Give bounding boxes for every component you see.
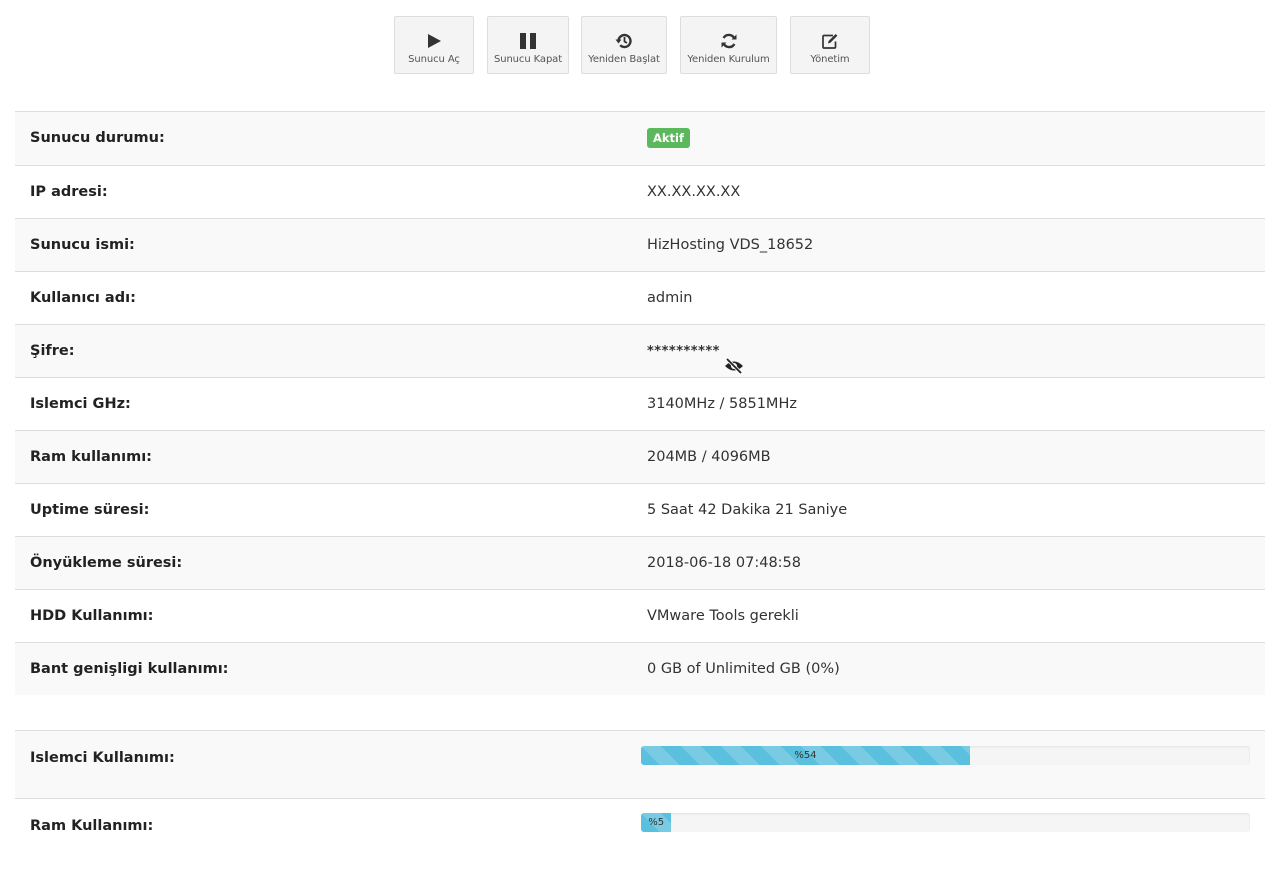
history-icon [582, 31, 666, 51]
password-value: ********** [647, 344, 720, 359]
boot-time-row: Önyükleme süresi: 2018-06-18 07:48:58 [15, 536, 1265, 589]
bandwidth-row: Bant genişligi kullanımı: 0 GB of Unlimi… [15, 642, 1265, 695]
play-icon [395, 31, 473, 51]
cpu-usage-label: Islemci Kullanımı: [30, 750, 175, 766]
restart-server-button[interactable]: Yeniden Başlat [581, 16, 667, 74]
restart-server-label: Yeniden Başlat [588, 54, 660, 65]
username-value: admin [647, 290, 693, 306]
eye-slash-icon[interactable] [724, 344, 744, 375]
cpu-usage-progress-fill: %54 [641, 746, 970, 765]
cpu-usage-row: Islemci Kullanımı: %54 [15, 731, 1265, 799]
stop-server-label: Sunucu Kapat [493, 54, 563, 65]
ip-row: IP adresi: XX.XX.XX.XX [15, 165, 1265, 218]
edit-icon [791, 31, 869, 51]
server-info-table: Sunucu durumu: Aktif IP adresi: XX.XX.XX… [15, 111, 1265, 695]
hdd-row: HDD Kullanımı: VMware Tools gerekli [15, 589, 1265, 642]
reinstall-server-button[interactable]: Yeniden Kurulum [680, 16, 777, 74]
password-row: Şifre: ********** [15, 324, 1265, 377]
status-row: Sunucu durumu: Aktif [15, 112, 1265, 165]
cpu-ghz-value: 3140MHz / 5851MHz [647, 396, 797, 412]
ram-usage-progress-bar: %5 [641, 813, 1250, 832]
ip-value: XX.XX.XX.XX [647, 184, 741, 200]
usage-table: Islemci Kullanımı: %54 Ram Kullanımı: %5 [15, 730, 1265, 859]
bandwidth-value: 0 GB of Unlimited GB (0%) [647, 661, 840, 677]
username-row: Kullanıcı adı: admin [15, 271, 1265, 324]
ram-usage-row: Ram Kullanımı: %5 [15, 799, 1265, 859]
refresh-icon [681, 31, 776, 51]
uptime-label: Uptime süresi: [30, 502, 150, 518]
hdd-value: VMware Tools gerekli [647, 608, 799, 624]
cpu-usage-progress-bar: %54 [641, 746, 1250, 765]
hostname-value: HizHosting VDS_18652 [647, 237, 814, 253]
pause-icon [488, 31, 568, 51]
ram-value: 204MB / 4096MB [647, 449, 771, 465]
cpu-ghz-row: Islemci GHz: 3140MHz / 5851MHz [15, 377, 1265, 430]
boot-time-value: 2018-06-18 07:48:58 [647, 555, 801, 571]
status-badge: Aktif [647, 128, 690, 148]
hdd-label: HDD Kullanımı: [30, 608, 154, 624]
hostname-row: Sunucu ismi: HizHosting VDS_18652 [15, 218, 1265, 271]
cpu-ghz-label: Islemci GHz: [30, 396, 131, 412]
reinstall-server-label: Yeniden Kurulum [687, 54, 770, 65]
boot-time-label: Önyükleme süresi: [30, 555, 183, 571]
ip-label: IP adresi: [30, 184, 108, 200]
uptime-row: Uptime süresi: 5 Saat 42 Dakika 21 Saniy… [15, 483, 1265, 536]
ram-usage-label: Ram Kullanımı: [30, 818, 154, 834]
start-server-button[interactable]: Sunucu Aç [394, 16, 474, 74]
username-label: Kullanıcı adı: [30, 290, 136, 306]
status-label: Sunucu durumu: [30, 130, 165, 146]
ram-usage-progress-fill: %5 [641, 813, 672, 832]
stop-server-button[interactable]: Sunucu Kapat [487, 16, 569, 74]
management-button[interactable]: Yönetim [790, 16, 870, 74]
ram-label: Ram kullanımı: [30, 449, 152, 465]
uptime-value: 5 Saat 42 Dakika 21 Saniye [647, 502, 848, 518]
bandwidth-label: Bant genişligi kullanımı: [30, 661, 229, 677]
ram-row: Ram kullanımı: 204MB / 4096MB [15, 430, 1265, 483]
hostname-label: Sunucu ismi: [30, 237, 135, 253]
management-label: Yönetim [810, 54, 850, 65]
server-action-toolbar: Sunucu Aç Sunucu Kapat Yeniden Başlat Ye… [0, 16, 1279, 76]
password-label: Şifre: [30, 343, 75, 359]
start-server-label: Sunucu Aç [408, 54, 460, 65]
